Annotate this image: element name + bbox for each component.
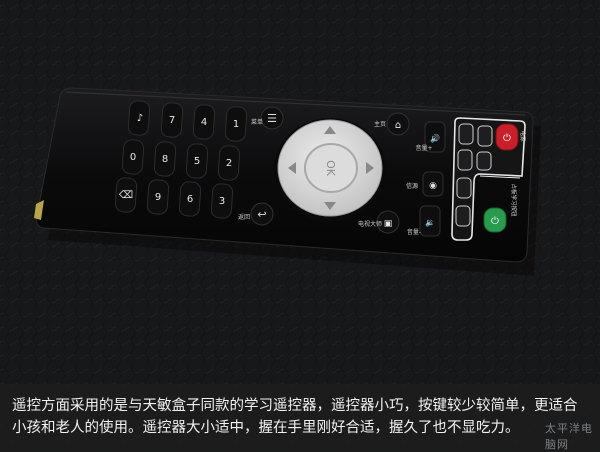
volume-down-icon: 🔉 [425, 218, 435, 227]
key-1-label: 1 [233, 119, 239, 130]
learn-label: 占板学习按钮 [510, 183, 518, 217]
learn-key-5[interactable] [477, 125, 493, 147]
volume-up-icon: 🔊 [430, 133, 440, 143]
home-icon: ⌂ [395, 120, 401, 131]
learn-key-6[interactable] [476, 151, 492, 171]
caption-line-1: 遥控方面采用的是与天敏盒子同款的学习遥控器，遥控器小巧，按键较少较简单，更适合 [12, 398, 578, 414]
key-7-label: 7 [169, 115, 175, 126]
power-label: 电源 [519, 130, 527, 142]
power-icon: ⏻ [503, 133, 511, 144]
learn-key-4[interactable] [455, 205, 471, 227]
source-icon: ◉ [429, 181, 437, 191]
menu-icon: ☰ [267, 112, 277, 125]
key-2-label: 2 [226, 158, 232, 169]
delete-icon: ⌫ [119, 190, 133, 201]
volume-down-label: 音量- [407, 228, 421, 236]
volume-up-label: 音量+ [415, 144, 432, 152]
key-6-label: 6 [187, 194, 193, 205]
watermark: 太平洋电脑网 [545, 422, 593, 451]
remote-photo: ♪ 7 4 1 0 8 5 2 ⌫ 9 6 3 ☰ 菜单 ↩ 返回 OK ⌂ 主… [0, 0, 600, 450]
menu-label: 菜单 [251, 118, 263, 126]
mute-icon: ♪ [137, 113, 143, 124]
caption-line-2: 小孩和老人的使用。遥控器大小适中，握在手里刚好合适，握久了也不显吃力。 [12, 420, 520, 436]
caption-bar [0, 384, 600, 450]
back-icon: ↩ [257, 208, 266, 221]
source-label: 信源 [406, 182, 418, 190]
green-power-icon: ⏻ [491, 216, 499, 227]
home-label: 主页 [374, 120, 386, 128]
key-5-label: 5 [194, 156, 200, 167]
learn-key-3[interactable] [456, 177, 472, 199]
key-9-label: 9 [155, 192, 161, 203]
key-3-label: 3 [219, 196, 225, 207]
back-label: 返回 [238, 214, 250, 221]
dpad[interactable]: OK [274, 118, 386, 222]
learn-key-1[interactable] [458, 123, 474, 145]
tv-guide-label: 电视大师 [358, 220, 382, 228]
tv-icon: ▣ [384, 219, 393, 229]
learn-key-2[interactable] [457, 149, 473, 171]
ok-label: OK [324, 160, 337, 177]
key-8-label: 8 [162, 154, 168, 165]
key-0-label: 0 [130, 152, 136, 163]
key-4-label: 4 [201, 117, 207, 128]
